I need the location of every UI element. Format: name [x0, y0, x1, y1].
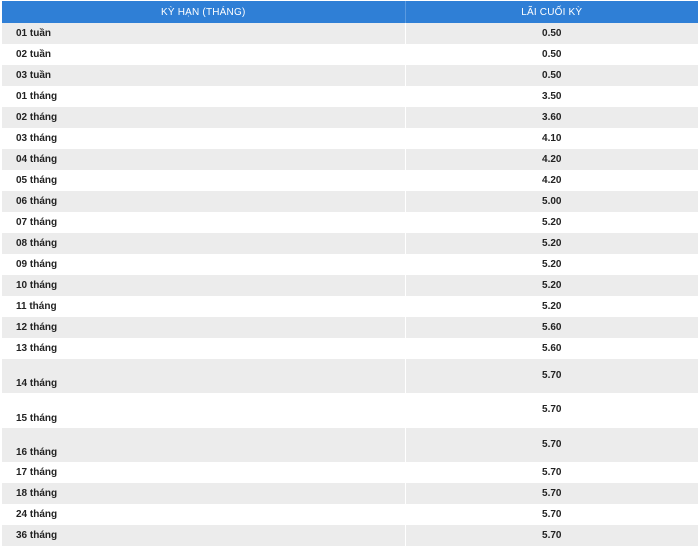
table-row: 04 tháng 4.20 [2, 149, 698, 170]
table-row: 07 tháng 5.20 [2, 212, 698, 233]
rate-cell: 0.50 [405, 44, 698, 65]
term-cell: 17 tháng [2, 462, 406, 483]
table-row: 13 tháng 5.60 [2, 338, 698, 359]
term-cell: 12 tháng [2, 317, 406, 338]
header-row: KỲ HẠN (THÁNG) LÃI CUỐI KỲ [2, 1, 698, 23]
rate-cell: 5.70 [405, 462, 698, 483]
table-row: 16 tháng 5.70 [2, 428, 698, 462]
table-row: 14 tháng 5.70 [2, 359, 698, 393]
term-cell: 08 tháng [2, 233, 406, 254]
table-row: 02 tháng 3.60 [2, 107, 698, 128]
rate-cell: 0.50 [405, 65, 698, 86]
term-cell: 01 tuần [2, 23, 406, 44]
term-cell: 10 tháng [2, 275, 406, 296]
rate-cell: 5.60 [405, 338, 698, 359]
rate-cell: 5.20 [405, 212, 698, 233]
term-cell: 13 tháng [2, 338, 406, 359]
table-row: 10 tháng 5.20 [2, 275, 698, 296]
table-row: 08 tháng 5.20 [2, 233, 698, 254]
term-cell: 16 tháng [2, 428, 406, 462]
rate-cell: 5.20 [405, 296, 698, 317]
term-cell: 18 tháng [2, 483, 406, 504]
term-cell: 36 tháng [2, 525, 406, 546]
rate-table-container: KỲ HẠN (THÁNG) LÃI CUỐI KỲ 01 tuần 0.50 02… [2, 1, 698, 546]
rate-cell: 5.60 [405, 317, 698, 338]
table-row: 01 tuần 0.50 [2, 23, 698, 44]
table-row: 09 tháng 5.20 [2, 254, 698, 275]
rate-cell: 3.60 [405, 107, 698, 128]
rate-cell: 4.20 [405, 149, 698, 170]
rate-cell: 5.20 [405, 275, 698, 296]
table-row: 11 tháng 5.20 [2, 296, 698, 317]
rate-cell: 4.20 [405, 170, 698, 191]
table-header: KỲ HẠN (THÁNG) LÃI CUỐI KỲ [2, 1, 698, 23]
table-row: 01 tháng 3.50 [2, 86, 698, 107]
rate-cell: 5.70 [405, 483, 698, 504]
table-row: 17 tháng 5.70 [2, 462, 698, 483]
rate-cell: 5.70 [405, 428, 698, 462]
table-row: 18 tháng 5.70 [2, 483, 698, 504]
rate-cell: 5.20 [405, 254, 698, 275]
table-row: 03 tháng 4.10 [2, 128, 698, 149]
term-cell: 01 tháng [2, 86, 406, 107]
header-rate: LÃI CUỐI KỲ [405, 1, 698, 23]
table-row: 36 tháng 5.70 [2, 525, 698, 546]
rate-cell: 0.50 [405, 23, 698, 44]
term-cell: 06 tháng [2, 191, 406, 212]
interest-rate-table: KỲ HẠN (THÁNG) LÃI CUỐI KỲ 01 tuần 0.50 02… [2, 1, 698, 546]
rate-cell: 5.20 [405, 233, 698, 254]
table-row: 02 tuần 0.50 [2, 44, 698, 65]
table-body: 01 tuần 0.50 02 tuần 0.50 03 tuần 0.50 01 thán… [2, 23, 698, 546]
rate-cell: 4.10 [405, 128, 698, 149]
term-cell: 15 tháng [2, 393, 406, 428]
term-cell: 02 tháng [2, 107, 406, 128]
term-cell: 09 tháng [2, 254, 406, 275]
table-row: 05 tháng 4.20 [2, 170, 698, 191]
term-cell: 03 tuần [2, 65, 406, 86]
rate-cell: 5.70 [405, 359, 698, 393]
term-cell: 03 tháng [2, 128, 406, 149]
term-cell: 04 tháng [2, 149, 406, 170]
term-cell: 11 tháng [2, 296, 406, 317]
term-cell: 02 tuần [2, 44, 406, 65]
table-row: 12 tháng 5.60 [2, 317, 698, 338]
term-cell: 05 tháng [2, 170, 406, 191]
rate-cell: 5.00 [405, 191, 698, 212]
table-row: 24 tháng 5.70 [2, 504, 698, 525]
rate-cell: 5.70 [405, 525, 698, 546]
term-cell: 14 tháng [2, 359, 406, 393]
table-row: 03 tuần 0.50 [2, 65, 698, 86]
table-row: 15 tháng 5.70 [2, 393, 698, 428]
term-cell: 07 tháng [2, 212, 406, 233]
header-term: KỲ HẠN (THÁNG) [2, 1, 406, 23]
term-cell: 24 tháng [2, 504, 406, 525]
rate-cell: 5.70 [405, 504, 698, 525]
table-row: 06 tháng 5.00 [2, 191, 698, 212]
rate-cell: 3.50 [405, 86, 698, 107]
rate-cell: 5.70 [405, 393, 698, 428]
